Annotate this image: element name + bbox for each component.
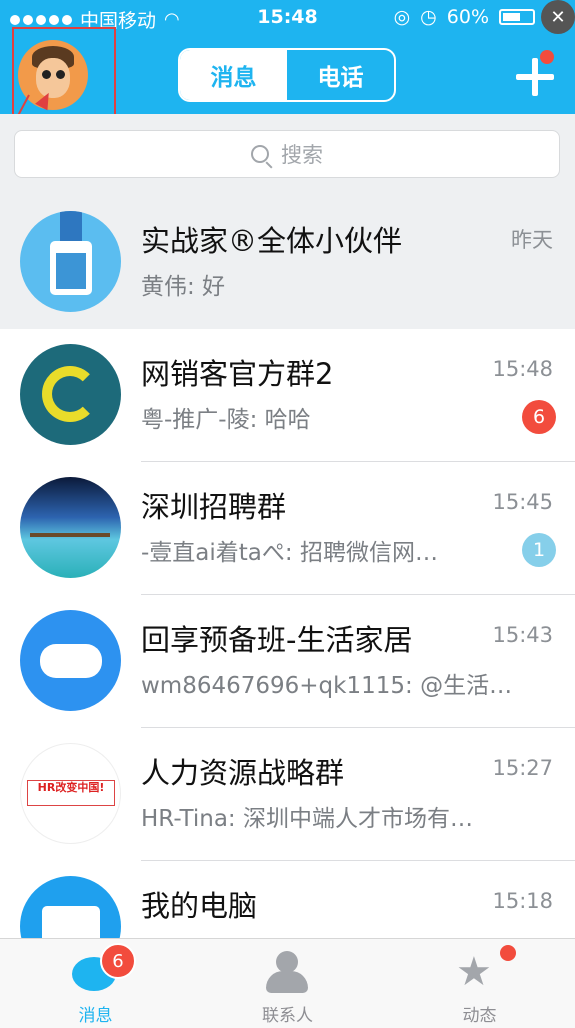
conversation-row[interactable]: 深圳招聘群 -壹直ai着taぺ: 招聘微信网… 15:45 1 — [0, 462, 575, 595]
conversation-time: 昨天 — [511, 228, 553, 252]
tab-label: 联系人 — [262, 1006, 313, 1026]
seaside-photo — [20, 477, 121, 578]
gamepad-icon — [20, 610, 121, 711]
tab-messages-bottom[interactable]: 6 消息 — [0, 939, 191, 1028]
conversation-preview: HR-Tina: 深圳中端人才市场有… — [141, 806, 473, 832]
battery-icon — [499, 9, 535, 25]
tab-messages[interactable]: 消息 — [180, 50, 287, 100]
conversation-time: 15:27 — [492, 756, 553, 780]
conversation-name: 我的电脑 — [141, 889, 258, 923]
conversation-row[interactable]: 实战家®全体小伙伴 黄伟: 好 昨天 — [0, 196, 575, 329]
conversation-row[interactable]: 回享预备班-生活家居 wm86467696+qk1115: @生活… 15:43 — [0, 595, 575, 728]
search-placeholder: 搜索 — [281, 143, 323, 167]
conversation-name: 深圳招聘群 — [141, 490, 287, 524]
conversation-time: 15:43 — [492, 623, 553, 647]
tab-unread-badge: 6 — [100, 943, 136, 979]
tab-label: 消息 — [78, 1006, 113, 1026]
conversation-preview: 黄伟: 好 — [141, 274, 226, 300]
conversation-preview: -壹直ai着taぺ: 招聘微信网… — [141, 540, 438, 566]
tab-calls[interactable]: 电话 — [287, 50, 394, 100]
conversation-name: 人力资源战略群 — [141, 756, 345, 790]
person-icon — [264, 951, 310, 993]
conversation-preview: wm86467696+qk1115: @生活… — [141, 673, 513, 699]
bottom-tab-bar: 6 消息 联系人 ★ 动态 — [0, 938, 575, 1028]
hr-logo: HR改变中国! — [20, 743, 121, 844]
notification-dot — [500, 945, 516, 961]
conversation-preview: 粤-推广-陵: 哈哈 — [141, 407, 311, 433]
id-badge-icon — [20, 211, 121, 312]
conversation-time: 15:18 — [492, 889, 553, 913]
hr-logo-text: HR改变中国! — [27, 780, 115, 806]
highlight-box — [12, 27, 116, 124]
conversation-row[interactable]: HR改变中国! 人力资源战略群 HR-Tina: 深圳中端人才市场有… 15:2… — [0, 728, 575, 861]
conversation-name: 回享预备班-生活家居 — [141, 623, 413, 657]
conversation-time: 15:48 — [492, 357, 553, 381]
rotation-lock-icon: ◎ — [393, 6, 411, 28]
unread-badge: 1 — [522, 533, 556, 567]
conversation-time: 15:45 — [492, 490, 553, 514]
alarm-icon: ◷ — [420, 6, 437, 28]
conversation-row[interactable]: 网销客官方群2 粤-推广-陵: 哈哈 15:48 6 — [0, 329, 575, 462]
star-icon: ★ — [456, 949, 492, 995]
status-right: ◎ ◷ 60% — [394, 6, 535, 28]
tab-contacts[interactable]: 联系人 — [192, 939, 383, 1028]
conversation-list: 实战家®全体小伙伴 黄伟: 好 昨天 网销客官方群2 粤-推广-陵: 哈哈 15… — [0, 196, 575, 994]
close-icon[interactable]: ✕ — [541, 0, 575, 34]
unread-badge: 6 — [522, 400, 556, 434]
tab-feeds[interactable]: ★ 动态 — [384, 939, 575, 1028]
tab-label: 动态 — [462, 1006, 497, 1026]
search-input[interactable]: 搜索 — [14, 130, 560, 178]
battery-label: 60% — [446, 6, 489, 28]
conversation-name: 网销客官方群2 — [141, 357, 334, 391]
notification-dot — [540, 50, 554, 64]
search-area: 搜索 — [0, 114, 575, 196]
search-icon — [251, 145, 269, 163]
message-call-switch[interactable]: 消息 电话 — [178, 48, 396, 102]
conversation-name: 实战家®全体小伙伴 — [141, 224, 403, 258]
monkey-logo — [20, 344, 121, 445]
